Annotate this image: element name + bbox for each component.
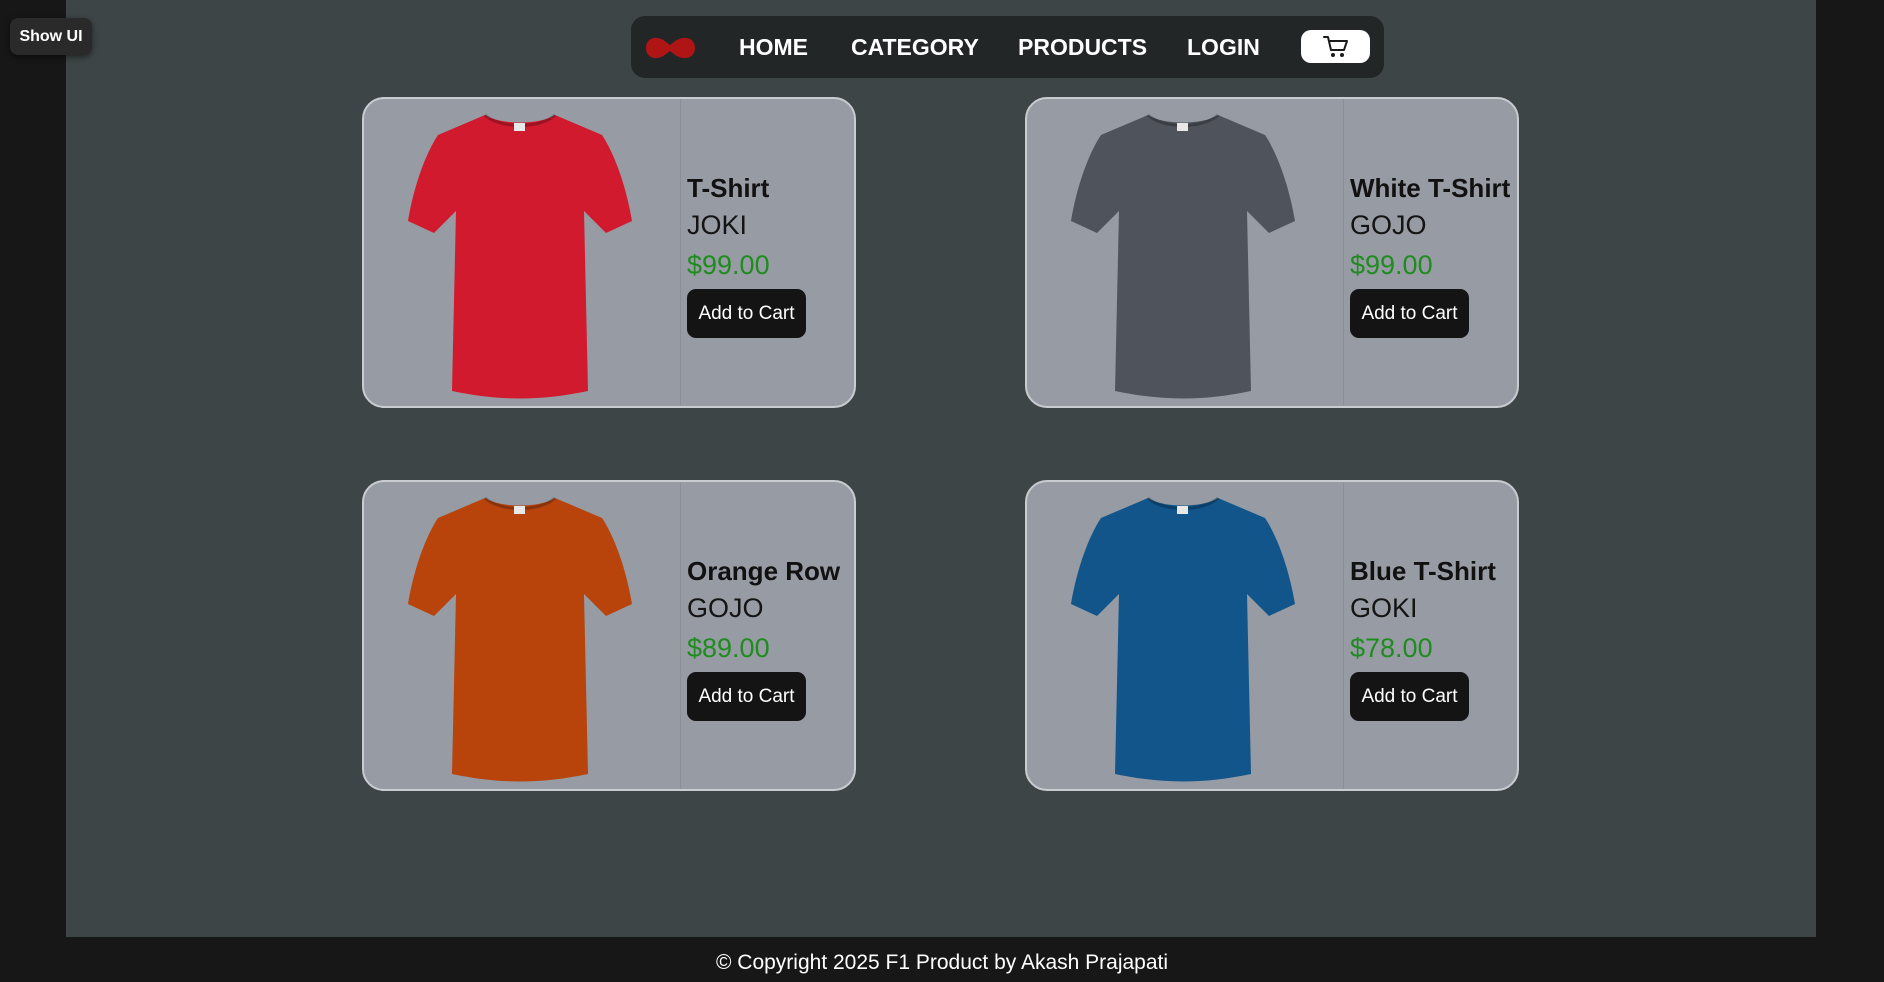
product-price: $99.00 bbox=[1350, 250, 1433, 280]
product-brand: GOJO bbox=[687, 593, 764, 623]
product-brand: JOKI bbox=[687, 210, 748, 240]
card-divider bbox=[680, 482, 681, 789]
add-to-cart-button[interactable]: Add to Cart bbox=[1350, 289, 1469, 338]
add-to-cart-button[interactable]: Add to Cart bbox=[687, 672, 806, 721]
tshirt-image bbox=[1071, 496, 1295, 782]
product-price: $99.00 bbox=[687, 250, 770, 280]
navbar: HOME CATEGORY PRODUCTS LOGIN bbox=[631, 16, 1384, 78]
card-divider bbox=[680, 99, 681, 406]
nav-home-link[interactable]: HOME bbox=[739, 16, 808, 78]
product-card: Orange Row GOJO $89.00 Add to Cart bbox=[362, 480, 856, 791]
product-info: White T-Shirt GOJO $99.00 Add to Cart bbox=[1350, 171, 1510, 338]
shopping-cart-icon bbox=[1322, 35, 1348, 57]
tshirt-image bbox=[1071, 113, 1295, 399]
nav-products-link[interactable]: PRODUCTS bbox=[1018, 16, 1147, 78]
product-card: Blue T-Shirt GOKI $78.00 Add to Cart bbox=[1025, 480, 1519, 791]
product-name: White T-Shirt bbox=[1350, 173, 1511, 203]
nav-category-link[interactable]: CATEGORY bbox=[851, 16, 979, 78]
product-name: T-Shirt bbox=[687, 173, 770, 203]
brand-logo-icon[interactable] bbox=[644, 35, 697, 61]
product-name: Orange Row bbox=[687, 556, 841, 586]
product-info: Orange Row GOJO $89.00 Add to Cart bbox=[687, 554, 840, 721]
product-card: White T-Shirt GOJO $99.00 Add to Cart bbox=[1025, 97, 1519, 408]
product-info: Blue T-Shirt GOKI $78.00 Add to Cart bbox=[1350, 554, 1496, 721]
nav-login-link[interactable]: LOGIN bbox=[1187, 16, 1260, 78]
product-brand: GOJO bbox=[1350, 210, 1427, 240]
card-divider bbox=[1343, 99, 1344, 406]
main-content: HOME CATEGORY PRODUCTS LOGIN T-Shirt JOK… bbox=[66, 0, 1816, 937]
tshirt-image bbox=[408, 113, 632, 399]
card-divider bbox=[1343, 482, 1344, 789]
add-to-cart-button[interactable]: Add to Cart bbox=[1350, 672, 1469, 721]
product-price: $78.00 bbox=[1350, 633, 1433, 663]
footer-copyright: © Copyright 2025 F1 Product by Akash Pra… bbox=[715, 951, 1169, 974]
product-card: T-Shirt JOKI $99.00 Add to Cart bbox=[362, 97, 856, 408]
product-price: $89.00 bbox=[687, 633, 770, 663]
add-to-cart-button[interactable]: Add to Cart bbox=[687, 289, 806, 338]
tshirt-image bbox=[408, 496, 632, 782]
show-ui-button[interactable]: Show UI bbox=[10, 18, 92, 55]
cart-button[interactable] bbox=[1301, 30, 1370, 63]
product-info: T-Shirt JOKI $99.00 Add to Cart bbox=[687, 171, 806, 338]
product-name: Blue T-Shirt bbox=[1350, 556, 1496, 586]
product-brand: GOKI bbox=[1350, 593, 1418, 623]
